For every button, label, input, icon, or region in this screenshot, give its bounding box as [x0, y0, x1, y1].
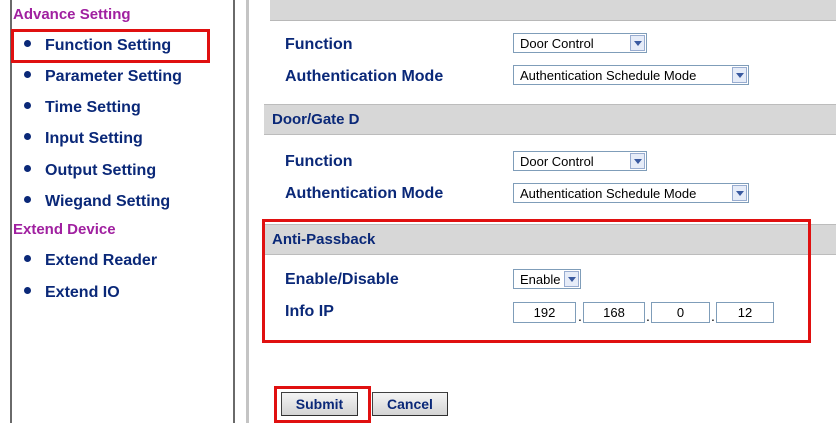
sidebar-border — [233, 0, 235, 423]
sidebar-item-extend-io[interactable]: Extend IO — [24, 284, 120, 302]
advance-setting-heading: Advance Setting — [13, 6, 131, 23]
bullet-icon — [24, 102, 31, 110]
door-d-auth-mode-select[interactable]: Authentication Schedule Mode — [513, 183, 749, 203]
door-d-auth-mode-label: Authentication Mode — [285, 185, 444, 202]
sidebar: Advance Setting Function Setting Paramet… — [0, 0, 235, 423]
sidebar-item-label: Extend IO — [45, 284, 120, 301]
sidebar-item-label: Output Setting — [45, 162, 157, 179]
bullet-icon — [24, 255, 31, 263]
sidebar-item-input-setting[interactable]: Input Setting — [24, 130, 143, 148]
anti-passback-highlight — [262, 219, 811, 343]
bullet-icon — [24, 133, 31, 141]
bullet-icon — [24, 165, 31, 173]
submit-highlight — [274, 386, 371, 423]
extend-device-heading: Extend Device — [13, 221, 116, 238]
select-value: Door Control — [520, 154, 594, 169]
chevron-down-icon[interactable] — [732, 67, 747, 83]
sidebar-item-label: Parameter Setting — [45, 68, 182, 85]
bullet-icon — [24, 287, 31, 295]
door-c-auth-mode-label: Authentication Mode — [285, 68, 444, 85]
door-d-function-label: Function — [285, 153, 353, 170]
door-c-group-bar — [270, 0, 836, 21]
door-d-function-select[interactable]: Door Control — [513, 151, 647, 171]
sidebar-item-extend-reader[interactable]: Extend Reader — [24, 252, 157, 270]
sidebar-item-wiegand-setting[interactable]: Wiegand Setting — [24, 193, 170, 211]
sidebar-item-parameter-setting[interactable]: Parameter Setting — [24, 68, 182, 86]
sidebar-item-label: Extend Reader — [45, 252, 158, 269]
select-value: Door Control — [520, 36, 594, 51]
door-d-group-bar: Door/Gate D — [264, 104, 836, 135]
door-c-auth-mode-select[interactable]: Authentication Schedule Mode — [513, 65, 749, 85]
bullet-icon — [24, 71, 31, 79]
sidebar-border — [10, 0, 12, 423]
sidebar-item-label: Time Setting — [45, 99, 141, 116]
sidebar-item-label: Wiegand Setting — [45, 193, 171, 210]
cancel-button[interactable]: Cancel — [372, 392, 448, 416]
content-divider — [246, 0, 249, 423]
door-c-function-label: Function — [285, 36, 353, 53]
chevron-down-icon[interactable] — [630, 153, 645, 169]
sidebar-item-time-setting[interactable]: Time Setting — [24, 99, 141, 117]
select-value: Authentication Schedule Mode — [520, 68, 697, 83]
sidebar-item-label: Input Setting — [45, 130, 143, 147]
door-c-function-select[interactable]: Door Control — [513, 33, 647, 53]
bullet-icon — [24, 196, 31, 204]
sidebar-item-output-setting[interactable]: Output Setting — [24, 162, 156, 180]
chevron-down-icon[interactable] — [630, 35, 645, 51]
select-value: Authentication Schedule Mode — [520, 186, 697, 201]
door-d-title: Door/Gate D — [272, 111, 360, 128]
function-setting-highlight — [11, 29, 210, 63]
chevron-down-icon[interactable] — [732, 185, 747, 201]
